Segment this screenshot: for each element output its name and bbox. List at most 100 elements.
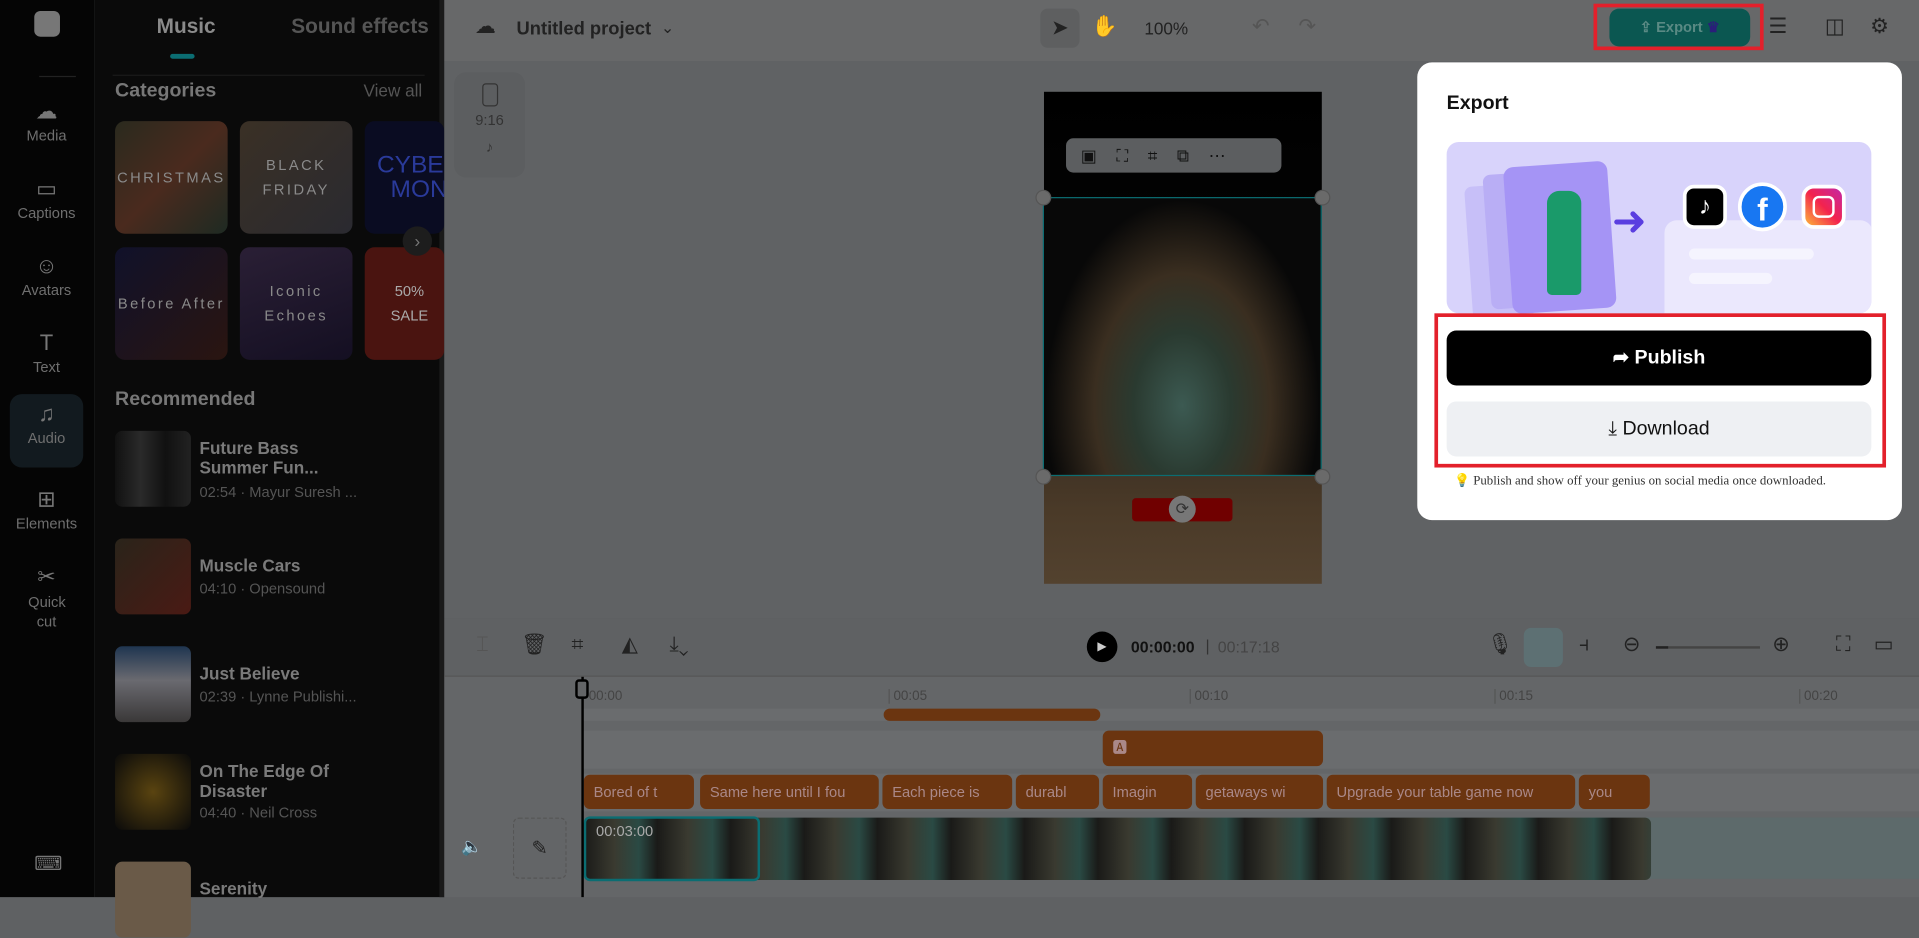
left-nav: ☁ Media ▭ Captions ☺ Avatars T Text ♫ Audio ⊞… bbox=[0, 0, 95, 898]
music-note-icon: ♫ bbox=[38, 401, 55, 426]
zoom-slider[interactable] bbox=[1655, 646, 1760, 649]
category-iconic-echoes[interactable]: Iconic Echoes bbox=[239, 247, 353, 360]
edit-cover-button[interactable]: ✎ bbox=[512, 817, 567, 879]
track-lane bbox=[581, 708, 1919, 721]
swap-icon[interactable]: ⧉ bbox=[1177, 146, 1189, 166]
download-icon[interactable]: ⤓⌄ bbox=[669, 633, 688, 657]
caption-clip[interactable]: Bored of t bbox=[583, 774, 694, 809]
undo-icon[interactable]: ↶ bbox=[1252, 15, 1269, 39]
text-icon: T bbox=[39, 330, 54, 355]
redo-icon[interactable]: ↷ bbox=[1299, 15, 1316, 39]
overlay-clip[interactable] bbox=[883, 708, 1101, 721]
view-all-link[interactable]: View all bbox=[363, 81, 422, 101]
zoom-out-icon[interactable]: ⊖ bbox=[1623, 633, 1640, 657]
caption-clip[interactable]: durabl bbox=[1015, 774, 1100, 809]
total-time: 00:17:18 bbox=[1217, 637, 1280, 657]
caption-clip[interactable]: Imagin bbox=[1102, 774, 1193, 809]
track-meta: 04:40 · Neil Cross bbox=[199, 804, 318, 822]
playhead-handle[interactable] bbox=[575, 679, 589, 699]
comment-icon[interactable]: ▭ bbox=[1874, 633, 1894, 657]
video-preview[interactable]: ▣ ⛶ ⌗ ⧉ ⋯ ⟳ bbox=[1035, 91, 1331, 584]
track-title: Future Bass Summer Fun... bbox=[199, 438, 319, 478]
nav-label: Captions bbox=[17, 204, 76, 222]
caption-clip[interactable]: getaways wi bbox=[1195, 774, 1324, 809]
resize-handle[interactable] bbox=[1035, 189, 1052, 206]
cloud-upload-icon: ☁ bbox=[35, 99, 58, 124]
tiktok-icon[interactable]: ♪ bbox=[1682, 184, 1727, 229]
divider bbox=[112, 74, 425, 76]
app-logo[interactable] bbox=[34, 11, 60, 37]
aspect-ratio-selector[interactable]: 9:16 ♪ bbox=[454, 72, 526, 178]
nav-elements[interactable]: ⊞ Elements bbox=[10, 480, 83, 553]
nav-captions[interactable]: ▭ Captions bbox=[10, 169, 83, 242]
nav-media[interactable]: ☁ Media bbox=[10, 92, 83, 165]
selected-image[interactable] bbox=[1042, 197, 1322, 477]
settings-icon[interactable]: ⚙ bbox=[1870, 15, 1889, 39]
text-clip[interactable]: 🅰 bbox=[1102, 730, 1324, 767]
track-thumbnail bbox=[115, 538, 191, 615]
caption-clip[interactable]: you bbox=[1578, 774, 1650, 809]
caption-clip[interactable]: Upgrade your table game now bbox=[1326, 774, 1576, 809]
select-tool-button[interactable]: ➤ bbox=[1040, 8, 1080, 48]
nav-quick-cut[interactable]: ✂ Quick cut bbox=[10, 557, 83, 630]
track-title: Serenity bbox=[199, 878, 268, 899]
play-button[interactable]: ▶ bbox=[1086, 631, 1118, 663]
scissors-icon: ✂ bbox=[37, 564, 56, 589]
category-cyber-monday[interactable]: CYBER MON bbox=[364, 121, 445, 234]
track-meta: 02:54 · Mayur Suresh ... bbox=[199, 483, 358, 501]
zoom-in-icon[interactable]: ⊕ bbox=[1772, 633, 1789, 657]
track-title: Muscle Cars bbox=[199, 555, 301, 576]
resize-handle[interactable] bbox=[1035, 468, 1052, 485]
split-icon[interactable]: ⌶ bbox=[476, 633, 488, 657]
track-thumbnail bbox=[115, 753, 191, 830]
tab-sound-effects[interactable]: Sound effects bbox=[291, 15, 429, 39]
playhead[interactable] bbox=[581, 676, 584, 898]
facebook-icon[interactable]: f bbox=[1737, 182, 1787, 232]
fullscreen-icon[interactable]: ⛶ bbox=[1836, 633, 1851, 657]
track-thumbnail bbox=[115, 430, 191, 507]
resize-handle[interactable] bbox=[1314, 189, 1331, 206]
chevron-down-icon[interactable]: ⌄ bbox=[661, 18, 674, 38]
instagram-icon[interactable] bbox=[1801, 184, 1846, 229]
crop-icon[interactable]: ⌗ bbox=[572, 633, 584, 657]
layers-icon[interactable]: ☰ bbox=[1769, 15, 1788, 39]
hand-tool-icon[interactable]: ✋ bbox=[1092, 15, 1118, 39]
more-icon[interactable]: ⋯ bbox=[1209, 146, 1226, 166]
category-black-friday[interactable]: BLACK FRIDAY bbox=[239, 121, 353, 234]
resize-handle[interactable] bbox=[1314, 468, 1331, 485]
ruler-label: 00:10 bbox=[1189, 689, 1228, 704]
track-thumbnail bbox=[115, 861, 191, 938]
category-before-after[interactable]: Before After bbox=[115, 247, 228, 360]
nav-text[interactable]: T Text bbox=[10, 323, 83, 396]
mute-icon[interactable]: 🔈 bbox=[461, 836, 482, 857]
split-center-icon[interactable]: ⫞ bbox=[1579, 633, 1589, 657]
selected-video-clip[interactable]: 00:03:00 bbox=[583, 816, 761, 882]
caption-clip[interactable]: Same here until I fou bbox=[700, 774, 879, 809]
ruler-label: 00:05 bbox=[888, 689, 927, 704]
floating-toolbar: ▣ ⛶ ⌗ ⧉ ⋯ bbox=[1066, 138, 1282, 173]
nav-avatars[interactable]: ☺ Avatars bbox=[10, 246, 83, 319]
audio-panel: Music Sound effects Categories View all … bbox=[94, 0, 445, 938]
microphone-icon[interactable]: 🎙 bbox=[1487, 633, 1513, 657]
keyboard-icon[interactable]: ⌨ bbox=[34, 852, 62, 876]
track-title: Just Believe bbox=[199, 663, 300, 683]
replace-image-icon[interactable]: ▣ bbox=[1081, 146, 1097, 166]
category-christmas[interactable]: CHRISTMAS bbox=[115, 121, 228, 234]
rotate-icon[interactable]: ⟳ bbox=[1168, 495, 1196, 523]
snap-toggle[interactable] bbox=[1523, 627, 1563, 668]
tab-music[interactable]: Music bbox=[157, 15, 216, 39]
zoom-level[interactable]: 100% bbox=[1144, 18, 1188, 38]
flip-icon[interactable]: ◭ bbox=[622, 633, 638, 657]
fit-icon[interactable]: ⛶ bbox=[1116, 146, 1128, 166]
layout-icon[interactable]: ◫ bbox=[1825, 15, 1845, 39]
ruler-label: 00:20 bbox=[1799, 689, 1838, 704]
nav-label: Elements bbox=[15, 515, 78, 533]
crop-icon[interactable]: ⌗ bbox=[1148, 146, 1158, 166]
caption-clip[interactable]: Each piece is bbox=[882, 774, 1013, 809]
project-title[interactable]: Untitled project bbox=[516, 18, 651, 39]
category-sale[interactable]: 50% SALE bbox=[364, 247, 445, 360]
chevron-right-icon[interactable]: › bbox=[402, 226, 433, 256]
nav-audio[interactable]: ♫ Audio bbox=[9, 394, 84, 468]
cloud-saved-icon: ☁ bbox=[474, 14, 496, 38]
delete-icon[interactable]: 🗑 bbox=[521, 633, 547, 657]
